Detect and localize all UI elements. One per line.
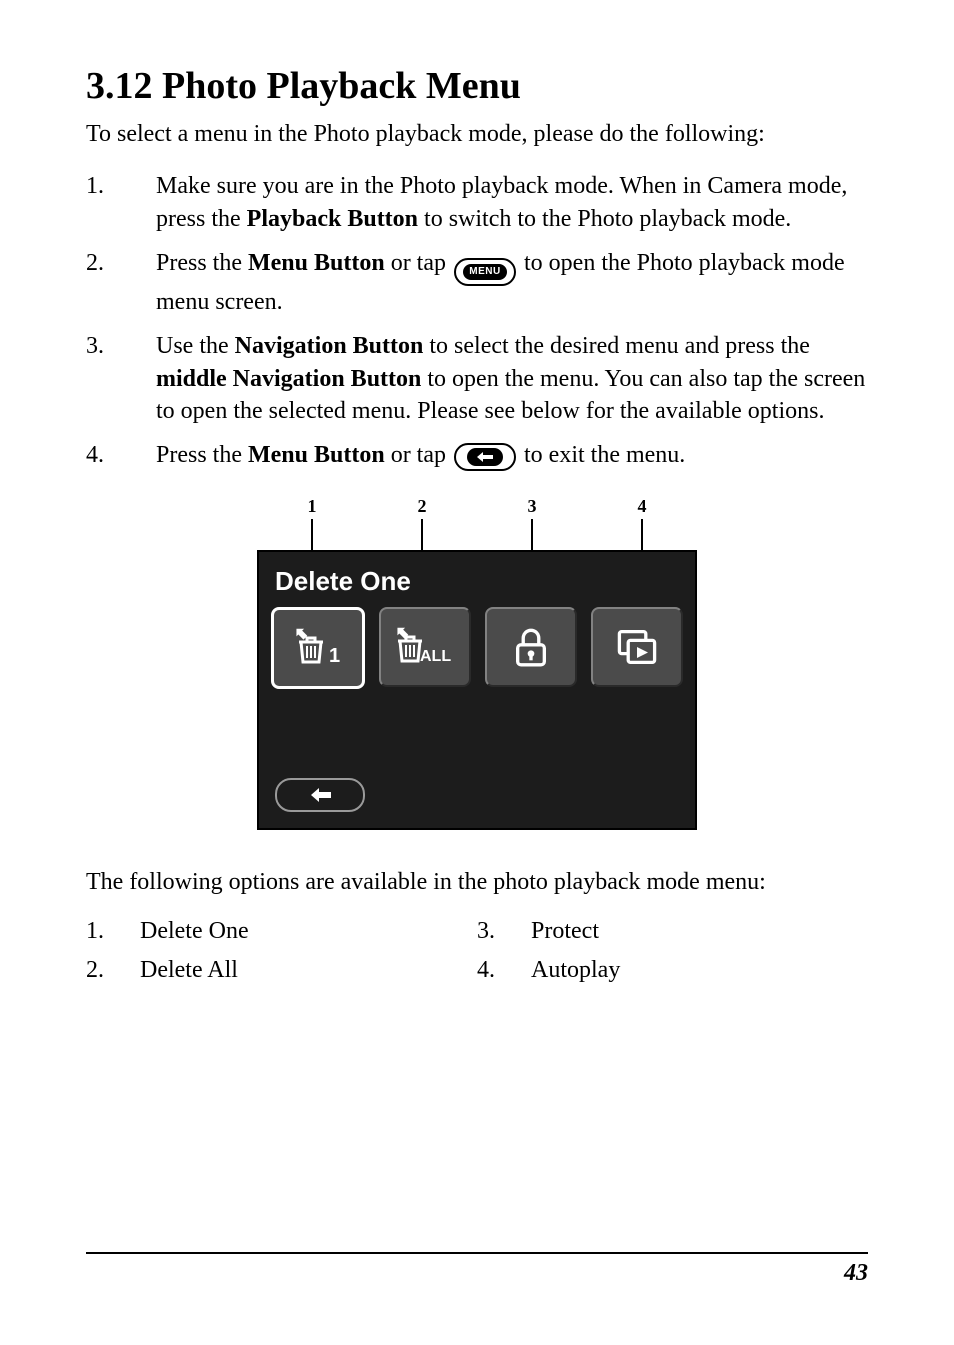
back-pill-icon: [454, 443, 516, 471]
step-text: Make sure you are in the Photo playback …: [156, 170, 868, 235]
steps-list: 1.Make sure you are in the Photo playbac…: [86, 170, 868, 471]
svg-text:1: 1: [329, 645, 340, 667]
options-list: 1.Delete One 2.Delete All 3.Protect 4.Auto…: [86, 918, 868, 996]
menu-pill-icon: MENU: [454, 258, 516, 286]
step-number: 4.: [86, 439, 156, 471]
step-number: 3.: [86, 330, 156, 427]
delete-all-icon[interactable]: ALL: [379, 607, 471, 687]
callout: 3: [477, 496, 587, 550]
section-heading: 3.12 Photo Playback Menu: [86, 64, 868, 108]
option-item: 3.Protect: [477, 918, 868, 945]
step-number: 1.: [86, 170, 156, 235]
options-intro: The following options are available in t…: [86, 866, 868, 898]
step-text: Use the Navigation Button to select the …: [156, 330, 868, 427]
delete-one-icon[interactable]: 1: [271, 607, 365, 689]
page-number: 43: [86, 1260, 868, 1287]
option-item: 1.Delete One: [86, 918, 477, 945]
option-item: 4.Autoplay: [477, 957, 868, 984]
step-number: 2.: [86, 247, 156, 318]
svg-text:ALL: ALL: [420, 648, 451, 665]
step-text: Press the Menu Button or tap MENU to ope…: [156, 247, 868, 318]
callout: 1: [257, 496, 367, 550]
footer-rule: [86, 1252, 868, 1254]
step-text: Press the Menu Button or tap to exit the…: [156, 439, 868, 471]
option-item: 2.Delete All: [86, 957, 477, 984]
menu-screenshot: 1234 Delete One 1: [257, 496, 697, 830]
exit-button[interactable]: [275, 778, 365, 812]
autoplay-icon[interactable]: [591, 607, 683, 687]
screenshot-title: Delete One: [275, 566, 683, 597]
intro-text: To select a menu in the Photo playback m…: [86, 118, 868, 150]
protect-icon[interactable]: [485, 607, 577, 687]
callout: 2: [367, 496, 477, 550]
callout: 4: [587, 496, 697, 550]
